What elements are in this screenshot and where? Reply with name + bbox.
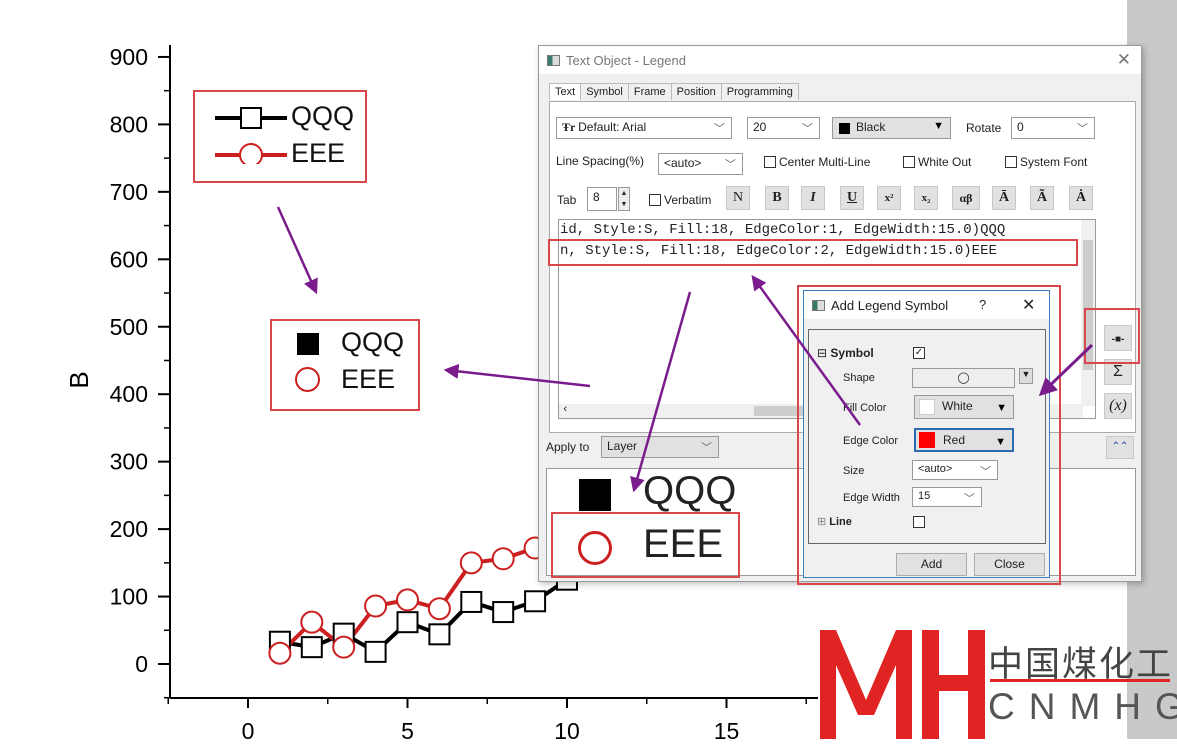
font-value: Default: Arial [578, 120, 647, 134]
tab-spinner[interactable]: 8 [587, 187, 617, 211]
line-spacing-select[interactable]: <auto> ﹀ [658, 153, 743, 175]
data-point-EEE [459, 551, 483, 575]
logo-english-text: CNMHG [988, 686, 1177, 727]
x-tick-label: 10 [554, 718, 580, 739]
verbatim-checkbox[interactable]: Verbatim [649, 193, 711, 207]
y-axis-label: B [64, 371, 94, 388]
y-tick-label: 300 [110, 449, 148, 475]
dialog-titlebar[interactable]: Text Object - Legend ✕ [539, 46, 1141, 74]
logo-mh-mark [820, 630, 985, 739]
normal-button[interactable]: N [726, 186, 750, 210]
y-tick-label: 0 [135, 651, 148, 677]
data-point-QQQ [300, 636, 323, 659]
expand-button[interactable]: ⌃⌃ [1106, 436, 1134, 459]
tab-label: Tab [557, 193, 577, 207]
circle-icon [295, 367, 320, 392]
tab-text[interactable]: Text [549, 83, 582, 100]
data-point-QQQ [460, 590, 483, 613]
tab-position[interactable]: Position [670, 83, 722, 100]
font-size-value: 20 [753, 120, 767, 134]
x-tick-label: 15 [714, 718, 740, 739]
data-point-EEE [396, 588, 419, 612]
data-point-EEE [268, 641, 292, 665]
close-icon[interactable]: ✕ [1117, 50, 1131, 70]
font-icon: Ŧr [562, 120, 579, 134]
data-point-EEE [427, 597, 451, 621]
highlight-add-symbol-button [1084, 308, 1140, 364]
data-point-QQQ [396, 611, 419, 634]
white-out-checkbox[interactable]: White Out [903, 155, 971, 169]
apply-to-select[interactable]: Layer ﹀ [601, 436, 719, 458]
font-size-select[interactable]: 20 ﹀ [747, 117, 820, 139]
logo-divider [990, 679, 1170, 682]
y-tick-label: 700 [110, 179, 148, 205]
x-tick-label: 0 [242, 718, 255, 739]
highlight-preview-eee [551, 512, 740, 578]
dialog-title: Text Object - Legend [566, 52, 686, 68]
superscript-button[interactable]: x² [877, 186, 901, 210]
data-point-QQQ [364, 640, 387, 663]
square-symbol-icon [240, 107, 262, 129]
y-tick-label: 900 [110, 44, 148, 70]
font-color-select[interactable]: Black ▼ [832, 117, 951, 139]
tab-symbol[interactable]: Symbol [580, 83, 629, 100]
data-point-EEE [300, 610, 324, 634]
color-swatch [839, 123, 850, 134]
greek-button[interactable]: αβ [952, 186, 980, 210]
logo [818, 630, 988, 739]
rotate-value: 0 [1017, 120, 1024, 134]
x-tick-label: 5 [401, 718, 414, 739]
data-point-QQQ [524, 590, 547, 613]
subscript-button[interactable]: x₂ [914, 186, 938, 210]
y-tick-label: 400 [110, 381, 148, 407]
data-point-QQQ [492, 601, 515, 624]
variable-button[interactable]: (x) [1104, 393, 1132, 419]
font-color-value: Black [856, 120, 886, 134]
window-icon [547, 54, 560, 66]
legend-label-eee: EEE [341, 364, 396, 394]
filled-square-icon [579, 479, 611, 511]
highlight-code-line [548, 239, 1078, 266]
y-tick-label: 500 [110, 314, 148, 340]
font-select[interactable]: Ŧr Default: Arial ﹀ [556, 117, 732, 139]
tab-frame[interactable]: Frame [627, 83, 672, 100]
y-tick-label: 100 [110, 584, 148, 610]
center-multiline-checkbox[interactable]: Center Multi-Line [764, 155, 870, 169]
y-tick-label: 800 [110, 111, 148, 137]
dot-button[interactable]: Ȧ [1069, 186, 1093, 210]
filled-square-icon [297, 333, 319, 355]
data-point-EEE [491, 547, 515, 571]
italic-button[interactable]: I [801, 186, 825, 210]
code-line-1: id, Style:S, Fill:18, EdgeColor:1, EdgeW… [560, 222, 1006, 238]
data-point-EEE [332, 635, 356, 659]
preview-label-qqq: QQQ [643, 469, 737, 513]
legend-label-eee: EEE [291, 138, 346, 168]
underline-button[interactable]: U [840, 186, 864, 210]
overbar-button[interactable]: Ā [992, 186, 1016, 210]
spinner-arrows-icon[interactable]: ▲ ▼ [618, 187, 630, 211]
legend-new[interactable]: QQQ EEE [270, 319, 420, 411]
legend-symbols-original [215, 107, 287, 164]
data-point-EEE [364, 594, 388, 618]
legend-original[interactable]: QQQ EEE [193, 90, 367, 183]
line-spacing-label: Line Spacing(%) [556, 154, 645, 168]
tilde-button[interactable]: Ã [1030, 186, 1054, 210]
y-tick-label: 200 [110, 516, 148, 542]
tab-programming[interactable]: Programming [720, 83, 799, 100]
apply-to-label: Apply to [546, 440, 590, 454]
data-point-QQQ [428, 623, 451, 646]
highlight-add-symbol-dialog [797, 285, 1061, 585]
legend-label-qqq: QQQ [341, 327, 405, 357]
circle-symbol-icon [239, 143, 263, 164]
system-font-checkbox[interactable]: System Font [1005, 155, 1087, 169]
legend-label-qqq: QQQ [291, 101, 355, 131]
rotate-select[interactable]: 0 ﹀ [1011, 117, 1095, 139]
y-tick-label: 600 [110, 246, 148, 272]
rotate-label: Rotate [966, 121, 1002, 135]
bold-button[interactable]: B [765, 186, 789, 210]
line-spacing-value: <auto> [664, 156, 702, 170]
series-line-QQQ [279, 578, 569, 655]
